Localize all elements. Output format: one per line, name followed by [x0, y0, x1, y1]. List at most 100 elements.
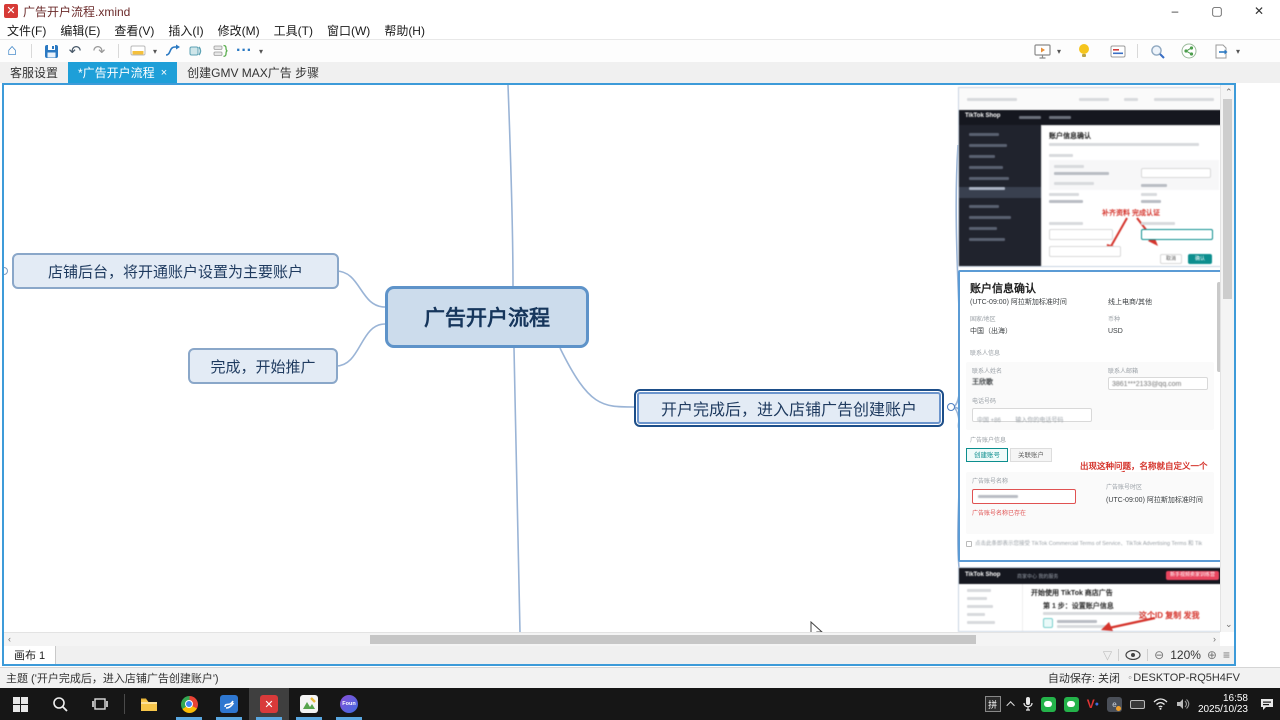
zoom-out-icon[interactable]: ⊖: [1154, 648, 1164, 662]
outline-boundary-icon[interactable]: [208, 42, 232, 60]
mindmap-canvas[interactable]: 店铺后台，将开通账户设置为主要账户 完成，开始推广 广告开户流程 开户完成后，进…: [4, 85, 1220, 632]
menu-help[interactable]: 帮助(H): [377, 22, 432, 39]
summary-icon[interactable]: [184, 42, 208, 60]
dark-sidebar: [959, 125, 1041, 267]
menu-insert[interactable]: 插入(I): [161, 22, 210, 39]
lightbulb-icon[interactable]: [1072, 42, 1096, 60]
scroll-right-icon[interactable]: ›: [1213, 634, 1216, 644]
search-icon[interactable]: [1145, 42, 1169, 60]
topic-right-selected[interactable]: 开户完成后，进入店铺广告创建账户: [634, 389, 944, 427]
marker-dropdown-icon[interactable]: ▾: [150, 47, 160, 56]
collapse-handle[interactable]: [947, 403, 955, 411]
title-bar: ✕ 广告开户流程.xmind – ▢ ✕: [0, 0, 1280, 22]
scroll-up-icon[interactable]: ⌃: [1225, 87, 1233, 98]
device-tray-icon[interactable]: [1130, 700, 1145, 709]
attached-screenshot-account-confirm-form[interactable]: 账户信息确认 (UTC-09:00) 阿拉斯加标准时间 线上电商/其他 国家/地…: [958, 270, 1220, 562]
confirm-button[interactable]: 确认: [1188, 254, 1212, 264]
minimize-button[interactable]: –: [1154, 0, 1196, 22]
attached-screenshot-shop-ads-start[interactable]: TikTok Shop 商家中心 我的服务 新手视频卖家训练营 开始使用 Tik…: [958, 567, 1220, 632]
menu-modify[interactable]: 修改(M): [211, 22, 267, 39]
export-dropdown-icon[interactable]: ▾: [1233, 47, 1243, 56]
phone-field[interactable]: 中国 +86 输入你的电话号码: [972, 408, 1092, 422]
file-explorer-icon[interactable]: [129, 688, 169, 720]
tab-gmv-max[interactable]: 创建GMV MAX广告 步骤: [177, 62, 329, 83]
overview-eye-icon[interactable]: [1125, 650, 1141, 660]
relationship-icon[interactable]: [160, 42, 184, 60]
central-topic[interactable]: 广告开户流程: [385, 286, 589, 348]
foun-app-icon[interactable]: Foun: [329, 688, 369, 720]
horizontal-scrollbar[interactable]: ‹ ›: [4, 632, 1220, 646]
taskbar-clock[interactable]: 16:58 2025/10/23: [1198, 693, 1248, 715]
training-badge: 新手视频卖家训练营: [1166, 571, 1219, 580]
tab-close-icon[interactable]: ×: [161, 67, 167, 79]
zoom-in-icon[interactable]: ⊕: [1207, 648, 1217, 662]
toolbar-divider: [31, 44, 32, 58]
filter-icon[interactable]: ▽: [1103, 648, 1112, 662]
more-tools-icon[interactable]: ···: [232, 42, 256, 60]
window-title: 广告开户流程.xmind: [23, 3, 130, 20]
tab-guanggao-kaihu-liucheng[interactable]: *广告开户流程 ×: [68, 62, 177, 83]
toolbar: ⌂ ↶ ↷ ▾ ··· ▾ ▾: [0, 40, 1280, 62]
share-icon[interactable]: [1177, 42, 1201, 60]
ad-account-name-field[interactable]: [972, 489, 1076, 504]
chrome-icon[interactable]: [169, 688, 209, 720]
menu-edit[interactable]: 编辑(E): [53, 22, 107, 39]
photo-editor-icon[interactable]: [289, 688, 329, 720]
create-account-tab[interactable]: 创建账号: [966, 448, 1008, 462]
export-icon[interactable]: [1209, 42, 1233, 60]
topic-left-top[interactable]: 店铺后台，将开通账户设置为主要账户: [12, 253, 339, 289]
hidden-icons-chevron[interactable]: [1009, 701, 1015, 707]
redo-icon[interactable]: ↷: [87, 42, 111, 60]
red-arrow-icon: [1099, 616, 1159, 632]
tab-kefu-shezhi[interactable]: 客服设置: [0, 62, 68, 83]
sheet-tab-canvas1[interactable]: 画布 1: [4, 646, 56, 664]
toolbar-divider: [118, 44, 119, 58]
vertical-scrollbar[interactable]: ⌃ ⌄: [1220, 85, 1234, 632]
close-button[interactable]: ✕: [1238, 0, 1280, 22]
menu-window[interactable]: 窗口(W): [320, 22, 377, 39]
task-view-icon[interactable]: [80, 688, 120, 720]
menu-bar: 文件(F) 编辑(E) 查看(V) 插入(I) 修改(M) 工具(T) 窗口(W…: [0, 22, 1280, 40]
microphone-tray-icon[interactable]: [1023, 697, 1033, 711]
blue-app-icon[interactable]: [209, 688, 249, 720]
editor-pane: 店铺后台，将开通账户设置为主要账户 完成，开始推广 广告开户流程 开户完成后，进…: [2, 83, 1236, 666]
mouse-cursor: [810, 621, 824, 632]
home-icon[interactable]: ⌂: [0, 42, 24, 60]
topic-left-bottom[interactable]: 完成，开始推广: [188, 348, 338, 384]
xmind-app-icon: ✕: [4, 4, 18, 18]
email-field[interactable]: 3861***2133@qq.com: [1108, 377, 1208, 390]
menu-file[interactable]: 文件(F): [0, 22, 53, 39]
wifi-tray-icon[interactable]: [1153, 698, 1168, 710]
save-icon[interactable]: [39, 42, 63, 60]
hscroll-thumb[interactable]: [370, 635, 976, 644]
maximize-button[interactable]: ▢: [1196, 0, 1238, 22]
marker-icon[interactable]: [126, 42, 150, 60]
cancel-button[interactable]: 取消: [1160, 254, 1182, 264]
status-dot: ◦: [1128, 672, 1132, 684]
notes-icon[interactable]: [1106, 42, 1130, 60]
wechat-tray-icon-2[interactable]: [1064, 697, 1079, 712]
undo-icon[interactable]: ↶: [63, 42, 87, 60]
xmind-taskbar-icon[interactable]: ✕: [249, 688, 289, 720]
start-button[interactable]: [0, 688, 40, 720]
volume-tray-icon[interactable]: [1176, 698, 1190, 710]
tray-app-icon[interactable]: e: [1107, 697, 1122, 712]
taskbar-search-icon[interactable]: [40, 688, 80, 720]
attached-screenshot-account-confirm-modal[interactable]: TikTok Shop 账户信息确认: [958, 87, 1220, 267]
link-account-tab[interactable]: 关联账户: [1010, 448, 1052, 462]
action-center-icon[interactable]: [1260, 698, 1274, 711]
ime-indicator[interactable]: 拼: [985, 696, 1001, 712]
scroll-left-icon[interactable]: ‹: [8, 634, 11, 644]
wechat-tray-icon[interactable]: [1041, 697, 1056, 712]
vscroll-thumb[interactable]: [1223, 99, 1232, 299]
status-bar: 主题 ('开户完成后，进入店铺广告创建账户') 自动保存: 关闭 ◦ DESKT…: [0, 667, 1280, 688]
more-tools-dropdown-icon[interactable]: ▾: [256, 47, 266, 56]
presentation-icon[interactable]: [1030, 42, 1054, 60]
scroll-down-icon[interactable]: ⌄: [1225, 619, 1233, 630]
terms-checkbox[interactable]: [966, 541, 972, 547]
menu-view[interactable]: 查看(V): [107, 22, 161, 39]
presentation-dropdown-icon[interactable]: ▾: [1054, 47, 1064, 56]
v-app-tray-icon[interactable]: V●: [1087, 697, 1099, 711]
menu-tools[interactable]: 工具(T): [267, 22, 320, 39]
fit-map-icon[interactable]: ≡: [1223, 648, 1230, 662]
